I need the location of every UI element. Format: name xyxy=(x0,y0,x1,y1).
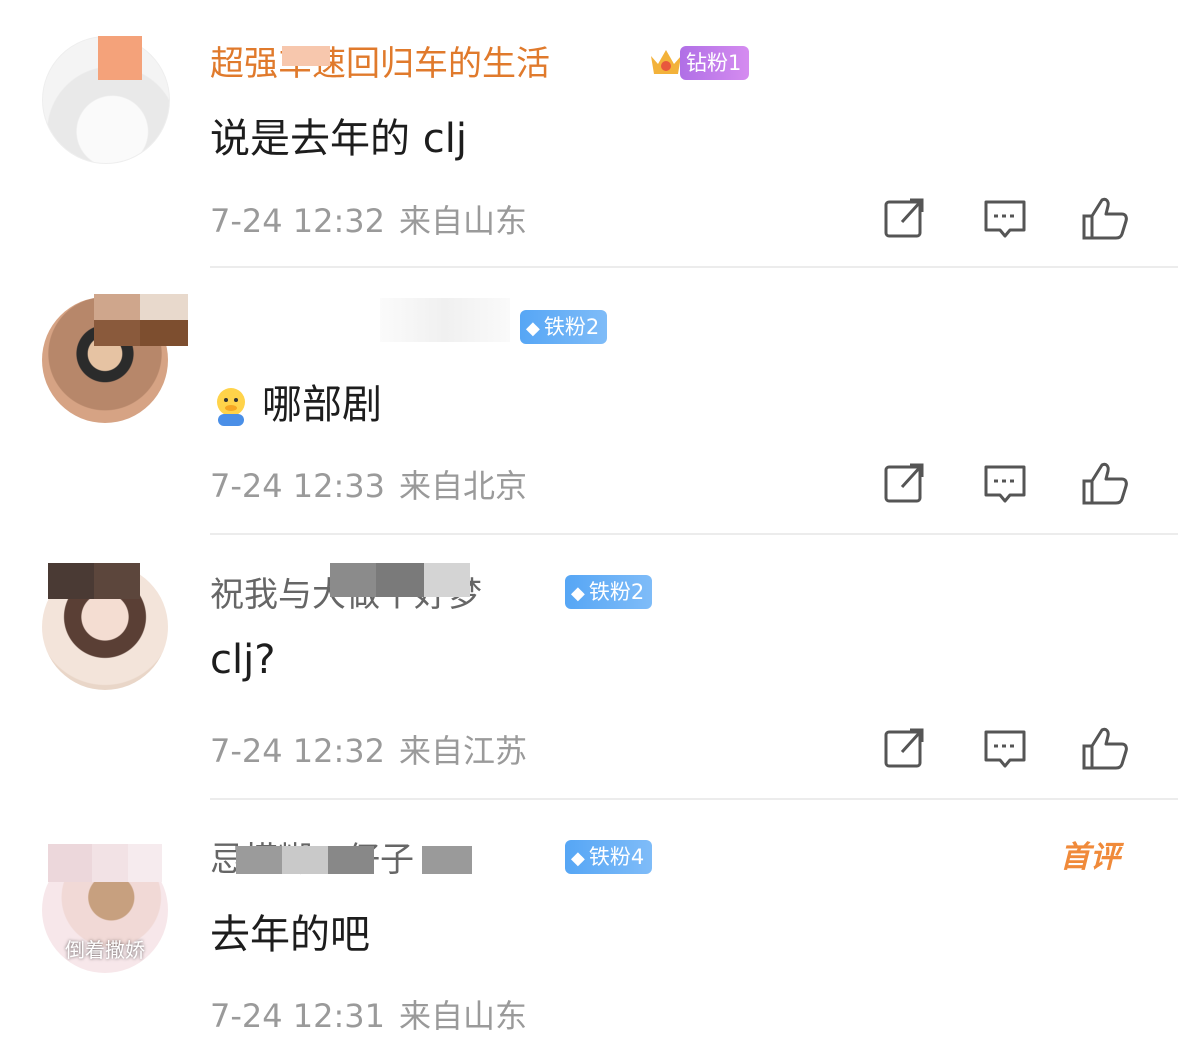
comment-text: 哪部剧 xyxy=(210,372,382,430)
badge-label: 铁粉4 xyxy=(588,845,645,869)
comment-time: 7-24 12:31 xyxy=(210,997,386,1035)
badge-label: 铁粉2 xyxy=(588,580,645,604)
diamond-icon: ◆ xyxy=(571,583,585,604)
comment-item: 超强车速回归车的生活 钻粉1 说是去年的 clj 7-24 12:32 来自山东 xyxy=(0,0,1178,268)
badge-label: 钻粉1 xyxy=(686,51,742,75)
share-icon[interactable] xyxy=(880,459,930,509)
comment-location: 来自山东 xyxy=(399,202,528,240)
like-icon[interactable] xyxy=(1080,724,1130,774)
fan-badge[interactable]: ◆ 铁粉2 xyxy=(520,310,608,344)
username-pixelation xyxy=(236,846,472,874)
diamond-icon: ◆ xyxy=(571,848,585,869)
comment-time: 7-24 12:32 xyxy=(210,202,386,240)
comment-text: clj? xyxy=(210,637,276,683)
share-icon[interactable] xyxy=(880,724,930,774)
action-bar xyxy=(880,194,1140,244)
comment-meta: 7-24 12:32 来自山东 xyxy=(210,196,527,242)
comment-item: 祝我与大做个好梦 ◆铁粉2 clj? 7-24 12:32来自江苏 xyxy=(0,533,1178,800)
like-icon[interactable] xyxy=(1080,194,1130,244)
avatar-pixelation xyxy=(48,844,162,882)
avatar-pixelation xyxy=(94,294,188,346)
fan-badge[interactable]: 钻粉1 xyxy=(680,46,750,80)
like-icon[interactable] xyxy=(1080,459,1130,509)
comment-location: 来自江苏 xyxy=(399,732,528,770)
comment-meta: 7-24 12:32 来自江苏 xyxy=(210,726,527,772)
username-pixelation xyxy=(282,46,330,66)
crown-icon xyxy=(651,50,681,74)
avatar-pixelation xyxy=(48,563,140,599)
avatar-pixelation xyxy=(98,36,142,80)
share-icon[interactable] xyxy=(880,194,930,244)
comment-meta: 7-24 12:33 来自北京 xyxy=(210,461,527,507)
comment-time: 7-24 12:32 xyxy=(210,732,386,770)
badge-label: 铁粉2 xyxy=(543,315,600,339)
comment-item: ◆ 铁粉2 哪部剧 7-24 12:33 来自北京 xyxy=(0,268,1178,535)
username-pixelation xyxy=(330,563,470,597)
first-comment-tag: 首评 xyxy=(1060,840,1120,875)
username-pixelation xyxy=(380,298,510,342)
comment-meta: 7-24 12:31 来自山东 xyxy=(210,991,527,1037)
comment-location: 来自山东 xyxy=(399,997,528,1035)
action-bar xyxy=(880,724,1140,774)
reply-icon[interactable] xyxy=(980,194,1030,244)
comment-text: 去年的吧 xyxy=(210,912,370,958)
fan-badge[interactable]: ◆ 铁粉2 xyxy=(565,575,653,609)
reply-icon[interactable] xyxy=(980,724,1030,774)
fan-badge[interactable]: ◆ 铁粉4 xyxy=(565,840,653,874)
avatar-caption: 倒着撒娇 xyxy=(65,938,145,962)
diamond-icon: ◆ xyxy=(526,318,540,339)
comment-location: 来自北京 xyxy=(399,467,528,505)
reply-icon[interactable] xyxy=(980,459,1030,509)
action-bar xyxy=(880,459,1140,509)
comment-time: 7-24 12:33 xyxy=(210,467,386,505)
comment-text-value: 哪部剧 xyxy=(262,382,382,428)
comment-text: 说是去年的 clj xyxy=(210,116,467,162)
face-emoji xyxy=(217,388,245,426)
comment-item: 倒着撒娇 忌模糊口仔子 ◆铁粉4 首评 去年的吧 7-24 12:31来自山东 xyxy=(0,798,1178,1063)
username[interactable]: 超强车速回归车的生活 xyxy=(210,40,640,88)
